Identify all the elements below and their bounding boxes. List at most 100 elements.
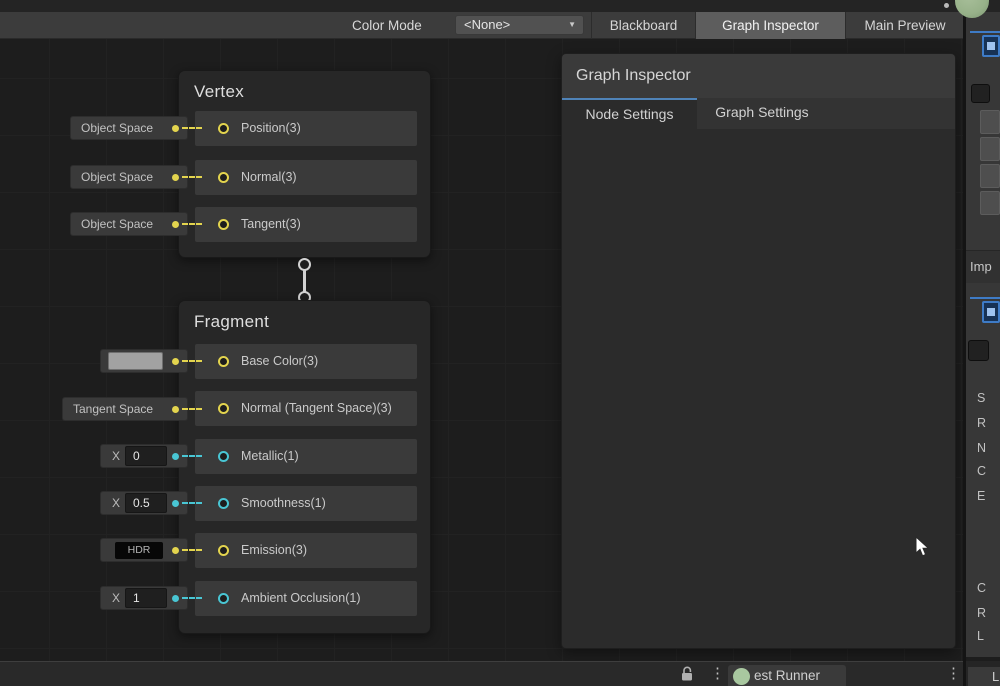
graph-inspector-header[interactable]: Graph Inspector	[562, 54, 955, 98]
port-dot-icon	[172, 453, 179, 460]
corner-tab[interactable]: L	[968, 667, 1000, 686]
input-port-icon[interactable]	[218, 545, 229, 556]
field-label: C	[977, 464, 986, 478]
main-preview-button[interactable]: Main Preview	[846, 12, 964, 39]
inspector-field[interactable]	[980, 191, 1000, 215]
ambient-occlusion-widget[interactable]: X 1	[100, 586, 188, 610]
graph-inspector-title: Graph Inspector	[576, 54, 691, 98]
port-dot-icon	[172, 174, 179, 181]
bottom-bar: ⋮ est Runner ⋮	[0, 661, 966, 686]
color-swatch[interactable]	[108, 352, 163, 370]
unlock-icon[interactable]	[679, 665, 695, 683]
bottom-right-corner: L	[966, 661, 1000, 686]
position-space-pill: Object Space	[70, 116, 188, 140]
field-label: R	[977, 416, 986, 430]
ao-value-field[interactable]: 1	[125, 588, 167, 608]
tangent-row[interactable]: Tangent(3)	[195, 207, 417, 242]
input-port-icon[interactable]	[218, 403, 229, 414]
shader-graph-icon	[970, 297, 1000, 299]
port-label: Normal (Tangent Space)(3)	[241, 391, 392, 426]
input-port-icon[interactable]	[218, 356, 229, 367]
port-dot-icon	[172, 500, 179, 507]
port-label: Ambient Occlusion(1)	[241, 581, 361, 616]
metallic-widget[interactable]: X 0	[100, 444, 188, 468]
checkbox[interactable]	[968, 340, 989, 361]
field-label: R	[977, 606, 986, 620]
port-dot-icon	[172, 221, 179, 228]
hdr-color-swatch[interactable]: HDR	[115, 542, 163, 559]
normal-row[interactable]: Normal(3)	[195, 160, 417, 195]
port-label: Tangent(3)	[241, 207, 301, 242]
inspector-field[interactable]	[980, 164, 1000, 188]
position-row[interactable]: Position(3)	[195, 111, 417, 146]
more-options-icon[interactable]: ⋮	[710, 664, 725, 684]
chevron-down-icon: ▼	[568, 16, 576, 34]
tab-graph-settings[interactable]: Graph Settings	[697, 98, 827, 129]
title-bar	[0, 0, 1000, 12]
graph-inspector-button[interactable]: Graph Inspector	[696, 12, 845, 39]
fragment-node-title: Fragment	[194, 312, 269, 332]
vertex-node-title: Vertex	[194, 82, 244, 102]
port-dot-icon	[172, 547, 179, 554]
smoothness-row[interactable]: Smoothness(1)	[195, 486, 417, 521]
checkbox[interactable]	[971, 84, 990, 103]
stack-connector-top-icon	[298, 258, 311, 271]
shader-graph-icon	[982, 301, 1000, 323]
vertex-node[interactable]: Vertex Position(3) Normal(3) Tangent(3)	[178, 70, 431, 258]
tab-node-settings[interactable]: Node Settings	[562, 98, 697, 129]
emission-widget[interactable]: HDR	[100, 538, 188, 562]
normal-space-pill: Object Space	[70, 165, 188, 189]
input-port-icon[interactable]	[218, 123, 229, 134]
x-label: X	[112, 445, 120, 467]
port-label: Position(3)	[241, 111, 301, 146]
input-port-icon[interactable]	[218, 498, 229, 509]
port-label: Base Color(3)	[241, 344, 318, 379]
graph-inspector-tabbar: Node Settings Graph Settings	[562, 98, 955, 129]
port-dot-icon	[172, 125, 179, 132]
metallic-row[interactable]: Metallic(1)	[195, 439, 417, 474]
field-label: L	[977, 629, 984, 643]
fragment-node[interactable]: Fragment Base Color(3) Normal (Tangent S…	[178, 300, 431, 634]
menu-dot-icon	[944, 3, 949, 8]
imported-object-header[interactable]: Imp	[966, 251, 1000, 283]
port-label: Normal(3)	[241, 160, 297, 195]
field-label: C	[977, 581, 986, 595]
inspector-field[interactable]	[980, 137, 1000, 161]
field-label: N	[977, 441, 986, 455]
color-mode-label: Color Mode	[352, 12, 422, 39]
metallic-value-field[interactable]: 0	[125, 446, 167, 466]
port-label: Emission(3)	[241, 533, 307, 568]
shader-graph-toolbar: Color Mode <None> ▼ Blackboard Graph Ins…	[0, 12, 966, 39]
test-runner-tab[interactable]: est Runner	[728, 665, 846, 686]
port-label: Smoothness(1)	[241, 486, 326, 521]
blackboard-button[interactable]: Blackboard	[592, 12, 695, 39]
normal-tangent-row[interactable]: Normal (Tangent Space)(3)	[195, 391, 417, 426]
input-port-icon[interactable]	[218, 451, 229, 462]
port-label: Metallic(1)	[241, 439, 299, 474]
field-label: E	[977, 489, 985, 503]
shader-graph-window: Color Mode <None> ▼ Blackboard Graph Ins…	[0, 0, 1000, 686]
graph-inspector-body	[562, 129, 955, 649]
input-port-icon[interactable]	[218, 219, 229, 230]
test-runner-label: est Runner	[754, 665, 820, 686]
unity-inspector-sliver: Imp S R N C E C R L	[966, 12, 1000, 657]
input-port-icon[interactable]	[218, 593, 229, 604]
x-label: X	[112, 587, 120, 609]
inspector-field[interactable]	[980, 110, 1000, 134]
port-dot-icon	[172, 406, 179, 413]
base-color-row[interactable]: Base Color(3)	[195, 344, 417, 379]
port-dot-icon	[172, 358, 179, 365]
shader-graph-icon	[982, 35, 1000, 57]
smoothness-value-field[interactable]: 0.5	[125, 493, 167, 513]
status-dot-icon	[733, 668, 750, 685]
emission-row[interactable]: Emission(3)	[195, 533, 417, 568]
more-options-icon[interactable]: ⋮	[946, 664, 961, 684]
color-mode-dropdown[interactable]: <None> ▼	[455, 15, 584, 35]
normal-space-pill: Tangent Space	[62, 397, 188, 421]
input-port-icon[interactable]	[218, 172, 229, 183]
smoothness-widget[interactable]: X 0.5	[100, 491, 188, 515]
base-color-widget[interactable]	[100, 349, 188, 373]
port-dot-icon	[172, 595, 179, 602]
ambient-occlusion-row[interactable]: Ambient Occlusion(1)	[195, 581, 417, 616]
field-label: S	[977, 391, 985, 405]
